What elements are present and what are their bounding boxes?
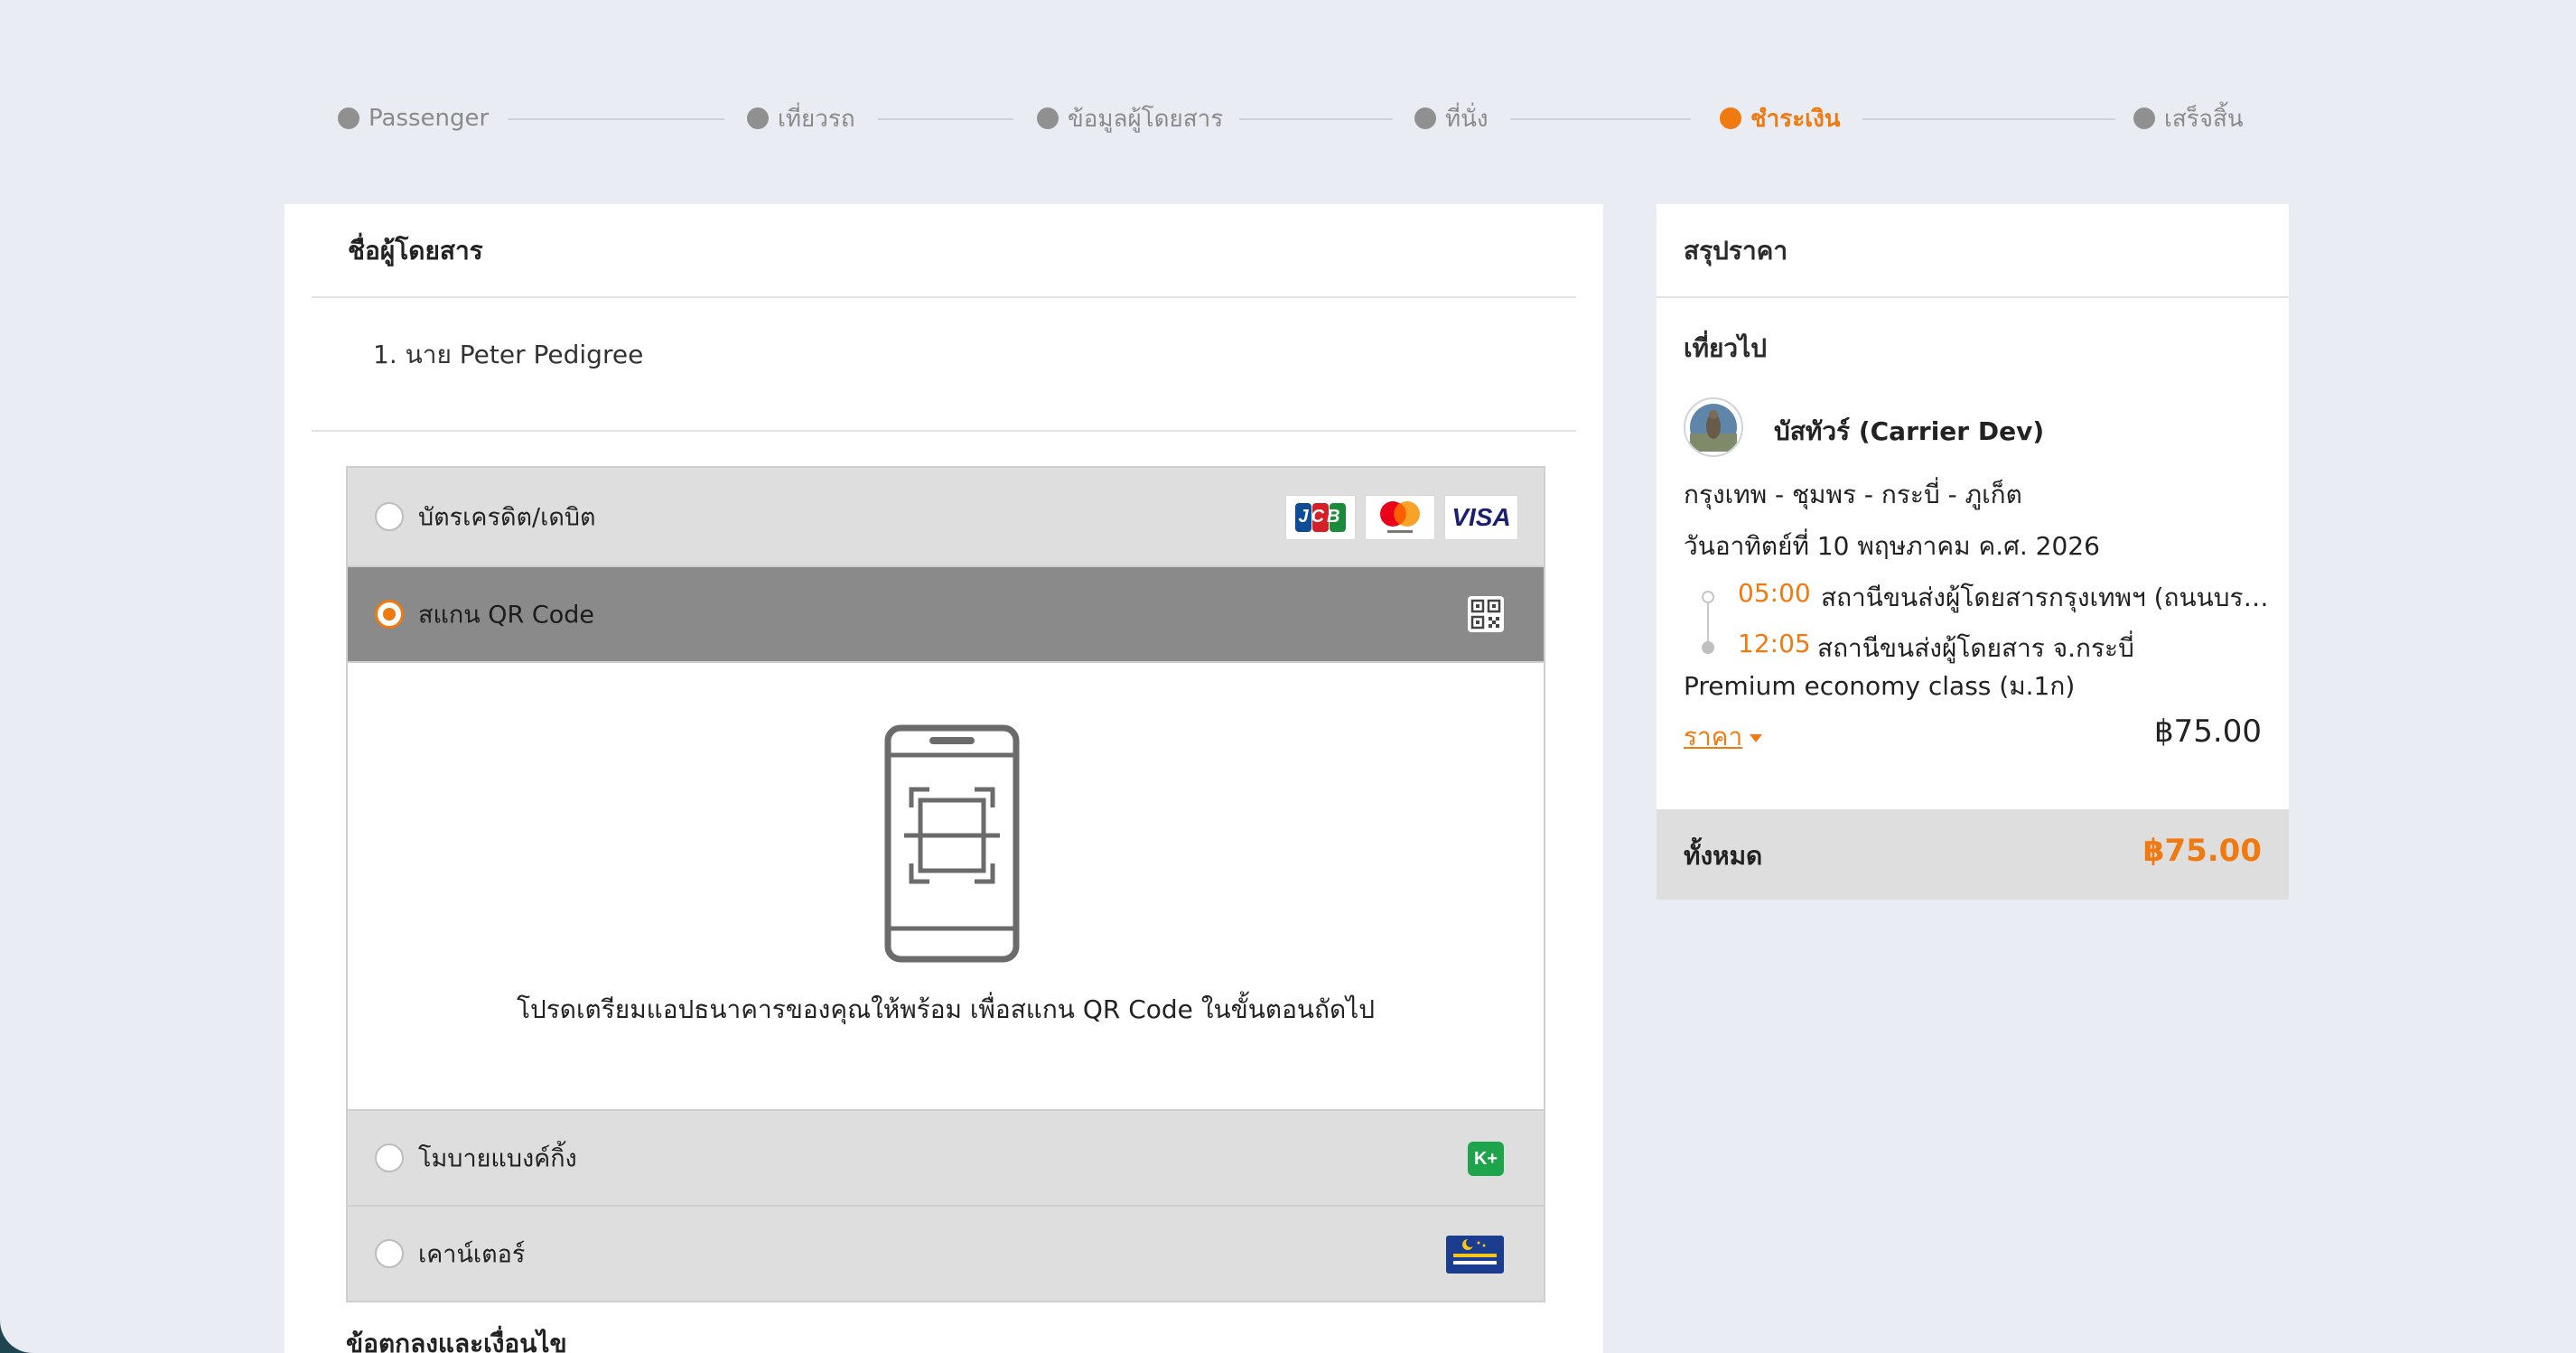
visa-icon: VISA — [1444, 495, 1518, 540]
timeline-dot-arrive — [1702, 641, 1714, 654]
step-complete: เสร็จสิ้น — [2133, 99, 2244, 137]
step-connector — [878, 118, 1013, 120]
carrier-name: บัสทัวร์ (Carrier Dev) — [1774, 416, 2045, 446]
total-value: ฿75.00 — [2142, 833, 2262, 869]
step-connector — [508, 118, 724, 120]
divider — [312, 430, 1576, 432]
radio-credit-card[interactable] — [375, 502, 404, 531]
divider — [1657, 296, 2289, 298]
step-seat: ที่นั่ง — [1414, 99, 1489, 137]
progress-stepper: Passenger เที่ยวรถ ข้อมูลผู้โดยสาร ที่นั… — [336, 99, 2244, 137]
price-toggle[interactable]: ราคา — [1684, 717, 1763, 757]
outbound-trip-label: เที่ยวไป — [1684, 333, 1768, 363]
arrive-time: 12:05 — [1738, 629, 1811, 658]
carrier-logo — [1684, 397, 1743, 457]
total-bar: ทั้งหมด ฿75.00 — [1657, 809, 2289, 900]
step-label: ที่นั่ง — [1445, 105, 1489, 133]
passenger-name: 1. นาย Peter Pedigree — [373, 340, 644, 369]
payment-method-qr[interactable]: สแกน QR Code — [348, 567, 1544, 663]
counter-service-icon — [1446, 1236, 1504, 1274]
visa-text: VISA — [1451, 503, 1511, 531]
step-payment: ชำระเงิน — [1720, 99, 1841, 137]
step-dot — [2133, 107, 2155, 129]
kplus-text: K+ — [1473, 1149, 1498, 1169]
step-passenger-info: ข้อมูลผู้โดยสาร — [1037, 99, 1223, 137]
price-summary-panel: สรุปราคา เที่ยวไป บัสทัวร์ (Carrier Dev)… — [1657, 204, 2289, 900]
payment-method-label: บัตรเครดิต/เดบิต — [418, 503, 596, 532]
step-trip: เที่ยวรถ — [747, 99, 855, 137]
jcb-text: JCB — [1298, 507, 1343, 527]
passenger-section-title: ชื่อผู้โดยสาร — [348, 236, 483, 266]
timeline-dot-depart — [1702, 591, 1714, 603]
step-connector — [1239, 118, 1393, 120]
price-label: ราคา — [1684, 722, 1743, 751]
trip-date: วันอาทิตย์ที่ 10 พฤษภาคม ค.ศ. 2026 — [1684, 531, 2100, 561]
divider — [312, 296, 1576, 298]
step-label: เสร็จสิ้น — [2164, 105, 2244, 133]
radio-counter[interactable] — [375, 1239, 404, 1268]
step-connector — [1510, 118, 1691, 120]
payment-method-counter[interactable]: เคาน์เตอร์ — [348, 1207, 1544, 1301]
qr-code-icon — [1468, 596, 1504, 632]
step-label: เที่ยวรถ — [778, 105, 855, 133]
caret-down-icon — [1750, 733, 1763, 742]
radio-mobile-banking[interactable] — [375, 1143, 404, 1172]
radio-qr[interactable] — [375, 600, 404, 629]
payment-method-label: เคาน์เตอร์ — [418, 1240, 526, 1269]
depart-time: 05:00 — [1738, 578, 1811, 608]
step-dot — [747, 107, 769, 129]
qr-instruction-panel: โปรดเตรียมแอปธนาคารของคุณให้พร้อม เพื่อส… — [348, 663, 1544, 1111]
payment-method-credit-card[interactable]: บัตรเครดิต/เดบิต JCB VISA — [348, 468, 1544, 567]
summary-title: สรุปราคา — [1684, 236, 1788, 266]
step-label: ชำระเงิน — [1750, 105, 1841, 133]
step-dot — [1414, 107, 1436, 129]
step-connector — [1862, 118, 2115, 120]
seat-class: Premium economy class (ม.1ก) — [1684, 671, 2076, 701]
step-dot — [1037, 107, 1059, 129]
step-passenger: Passenger — [338, 99, 489, 137]
payment-method-mobile-banking[interactable]: โมบายแบงค์กิ้ง K+ — [348, 1111, 1544, 1207]
step-label: ข้อมูลผู้โดยสาร — [1068, 105, 1224, 133]
payment-method-label: โมบายแบงค์กิ้ง — [418, 1144, 577, 1173]
step-dot — [1720, 107, 1741, 129]
step-label: Passenger — [369, 105, 490, 132]
payment-panel: ชื่อผู้โดยสาร 1. นาย Peter Pedigree บัตร… — [285, 204, 1603, 1353]
trip-route: กรุงเทพ - ชุมพร - กระบี่ - ภูเก็ต — [1684, 480, 2022, 509]
arrive-station: สถานีขนส่งผู้โดยสาร จ.กระบี่ — [1817, 633, 2134, 663]
kplus-icon: K+ — [1468, 1142, 1504, 1176]
qr-instruction-text: โปรดเตรียมแอปธนาคารของคุณให้พร้อม เพื่อส… — [516, 994, 1376, 1024]
jcb-icon: JCB — [1285, 495, 1356, 540]
checkout-page: Passenger เที่ยวรถ ข้อมูลผู้โดยสาร ที่นั… — [0, 0, 2576, 1353]
depart-station: สถานีขนส่งผู้โดยสารกรุงเทพฯ (ถนนบรมราชชน… — [1821, 583, 2276, 612]
price-value: ฿75.00 — [2154, 714, 2262, 750]
payment-method-label: สแกน QR Code — [418, 601, 594, 630]
phone-scan-icon — [884, 724, 1020, 963]
terms-title: ข้อตกลงและเงื่อนไข — [346, 1329, 567, 1353]
mastercard-icon — [1365, 495, 1435, 540]
payment-methods: บัตรเครดิต/เดบิต JCB VISA สแกน QR Code โ… — [346, 466, 1545, 1302]
total-label: ทั้งหมด — [1684, 841, 1763, 871]
step-dot — [338, 107, 359, 129]
